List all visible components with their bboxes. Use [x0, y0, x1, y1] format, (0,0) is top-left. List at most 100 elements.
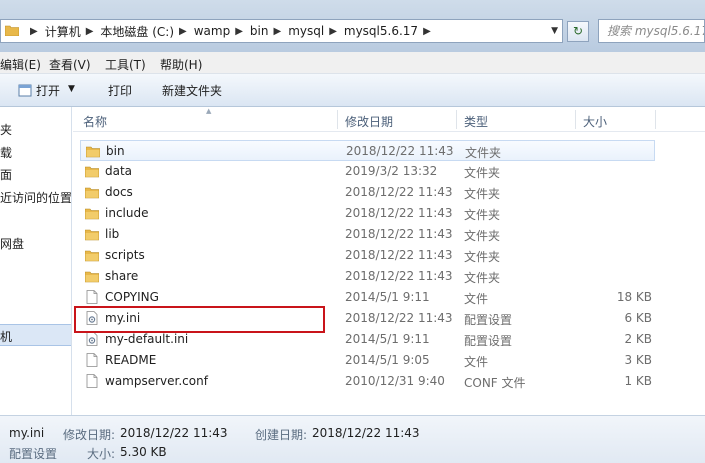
file-row[interactable]: COPYING 2014/5/1 9:11 文件 18 KB	[80, 287, 655, 308]
file-date: 2018/12/22 11:43	[345, 206, 453, 220]
breadcrumb-label: bin	[249, 24, 269, 38]
breadcrumb-label: 本地磁盘 (C:)	[100, 24, 175, 39]
file-date: 2018/12/22 11:43	[345, 269, 453, 283]
breadcrumb-item[interactable]: ▶ bin	[230, 24, 268, 38]
chevron-right-icon[interactable]: ▶	[423, 26, 431, 37]
file-size: 3 KB	[624, 353, 652, 367]
open-icon	[18, 84, 32, 97]
new-folder-button[interactable]: 新建文件夹	[162, 82, 222, 99]
menu-help[interactable]: 帮助(H)	[160, 56, 202, 73]
file-date: 2018/12/22 11:43	[345, 248, 453, 262]
file-type: 文件夹	[465, 146, 502, 160]
file-type: 文件夹	[464, 229, 501, 243]
file-icon	[86, 290, 98, 304]
navigation-pane: 夹 载 面 近访问的位置 网盘 机	[0, 107, 72, 415]
file-type: 文件夹	[464, 166, 501, 180]
folder-icon	[85, 229, 99, 241]
menu-tools[interactable]: 工具(T)	[105, 56, 146, 73]
toolbar: 打开 ▼ 打印 新建文件夹	[0, 74, 705, 107]
folder-icon	[85, 271, 99, 283]
menu-view[interactable]: 查看(V)	[49, 56, 91, 73]
file-row[interactable]: lib 2018/12/22 11:43 文件夹	[80, 224, 655, 245]
nav-item[interactable]: 载	[0, 144, 12, 161]
file-type: 文件夹	[464, 187, 501, 201]
menu-edit[interactable]: 编辑(E)	[0, 56, 41, 73]
status-created: 2018/12/22 11:43	[312, 426, 420, 440]
status-modified: 2018/12/22 11:43	[120, 426, 228, 440]
folder-icon	[86, 146, 100, 158]
file-date: 2018/12/22 11:43	[345, 185, 453, 199]
file-type: 文件夹	[464, 208, 501, 222]
status-created-label: 创建日期:	[255, 428, 308, 442]
file-row[interactable]: wampserver.conf 2010/12/31 9:40 CONF 文件 1 K…	[80, 371, 655, 392]
file-row[interactable]: docs 2018/12/22 11:43 文件夹	[80, 182, 655, 203]
status-bar: my.ini 修改日期: 2018/12/22 11:43 创建日期: 2018…	[0, 415, 705, 463]
chevron-right-icon[interactable]: ▶	[179, 26, 187, 37]
chevron-down-icon[interactable]: ▼	[68, 84, 75, 94]
chevron-right-icon[interactable]: ▶	[329, 26, 337, 37]
search-input[interactable]: 搜索 mysql5.6.17	[598, 19, 705, 43]
print-button[interactable]: 打印	[108, 82, 132, 99]
file-type: CONF 文件	[464, 376, 526, 390]
file-name: share	[105, 269, 139, 283]
file-name: my-default.ini	[105, 332, 189, 346]
breadcrumb-label: 计算机	[44, 24, 81, 39]
refresh-button[interactable]: ↻	[567, 21, 589, 42]
chevron-down-icon[interactable]: ▼	[551, 26, 558, 36]
file-size: 18 KB	[616, 290, 652, 304]
sort-arrow-icon: ▲	[206, 107, 212, 115]
file-icon	[86, 374, 98, 388]
address-bar[interactable]: ▶ 计算机 ▶ 本地磁盘 (C:) ▶ wamp ▶ bin ▶ mysql ▶ mysql5.6.1…	[0, 19, 563, 43]
chevron-right-icon[interactable]: ▶	[30, 26, 38, 37]
config-file-icon	[86, 332, 98, 346]
breadcrumb: ▶ 计算机 ▶ 本地磁盘 (C:) ▶ wamp ▶ bin ▶ mysql ▶ mysql5.6.1…	[25, 20, 438, 42]
status-size-label: 大小:	[87, 447, 116, 461]
chevron-right-icon[interactable]: ▶	[86, 26, 94, 37]
file-row[interactable]: scripts 2018/12/22 11:43 文件夹	[80, 245, 655, 266]
file-name: data	[105, 164, 133, 178]
column-header: ▲ 名称 修改日期 类型 大小	[73, 107, 705, 132]
column-type[interactable]: 类型	[464, 113, 488, 130]
file-date: 2014/5/1 9:11	[345, 290, 430, 304]
column-date[interactable]: 修改日期	[345, 113, 393, 130]
nav-item[interactable]: 网盘	[0, 235, 24, 252]
file-date: 2018/12/22 11:43	[345, 227, 453, 241]
column-name[interactable]: 名称	[83, 113, 107, 130]
file-type: 文件夹	[464, 271, 501, 285]
file-row[interactable]: README 2014/5/1 9:05 文件 3 KB	[80, 350, 655, 371]
nav-item[interactable]: 面	[0, 166, 12, 183]
file-type: 文件	[464, 355, 489, 369]
file-date: 2010/12/31 9:40	[345, 374, 445, 388]
breadcrumb-item[interactable]: ▶ mysql5.6.17	[324, 24, 418, 38]
file-name: bin	[106, 144, 125, 158]
file-date: 2018/12/22 11:43	[345, 311, 453, 325]
file-name: scripts	[105, 248, 145, 262]
file-name: include	[105, 206, 149, 220]
chevron-right-icon[interactable]: ▶	[273, 26, 281, 37]
nav-item[interactable]: 机	[0, 328, 12, 345]
folder-icon	[85, 187, 99, 199]
file-row[interactable]: bin 2018/12/22 11:43 文件夹	[80, 140, 655, 161]
file-name: wampserver.conf	[105, 374, 208, 388]
breadcrumb-item[interactable]: ▶ mysql	[268, 24, 324, 38]
file-row[interactable]: data 2019/3/2 13:32 文件夹	[80, 161, 655, 182]
breadcrumb-item[interactable]: ▶ 计算机	[25, 23, 81, 40]
refresh-icon: ↻	[572, 24, 584, 38]
file-row[interactable]: share 2018/12/22 11:43 文件夹	[80, 266, 655, 287]
breadcrumb-item[interactable]: ▶ wamp	[174, 24, 230, 38]
file-name: docs	[105, 185, 133, 199]
breadcrumb-item[interactable]: ▶ 本地磁盘 (C:)	[81, 23, 174, 40]
breadcrumb-label: wamp	[193, 24, 231, 38]
open-button[interactable]: 打开	[36, 82, 60, 99]
file-date: 2019/3/2 13:32	[345, 164, 438, 178]
column-size[interactable]: 大小	[583, 113, 607, 130]
file-row[interactable]: include 2018/12/22 11:43 文件夹	[80, 203, 655, 224]
file-type: 配置设置	[464, 313, 513, 327]
breadcrumb-label: mysql	[288, 24, 325, 38]
nav-item[interactable]: 近访问的位置	[0, 189, 71, 206]
chevron-right-icon[interactable]: ▶	[235, 26, 243, 37]
folder-icon	[85, 208, 99, 220]
file-name: COPYING	[105, 290, 159, 304]
nav-item[interactable]: 夹	[0, 121, 12, 138]
highlight-box	[74, 306, 325, 333]
